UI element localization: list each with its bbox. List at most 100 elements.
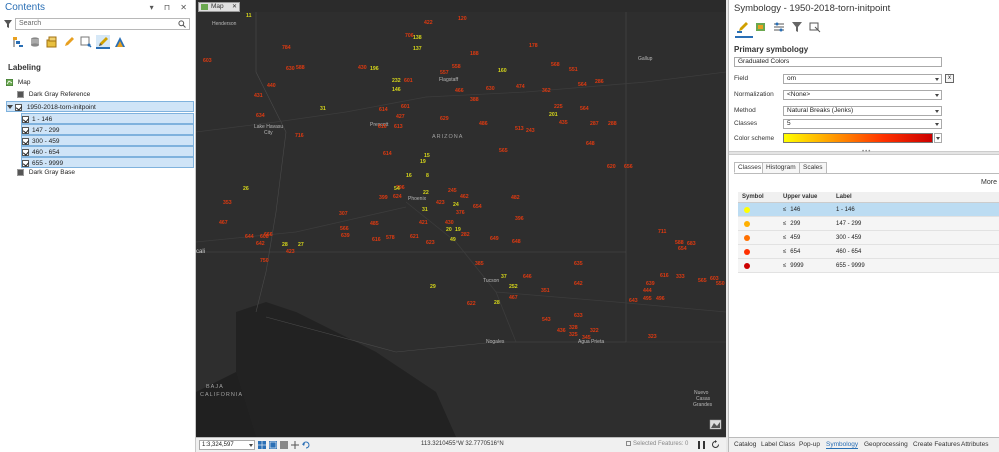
upper-value-cell[interactable]: ≤146	[783, 203, 800, 217]
labeling-tab[interactable]	[96, 35, 110, 49]
less-equal-symbol: ≤	[783, 207, 787, 213]
class-label-cell[interactable]: 1 - 146	[836, 203, 855, 217]
scale-selector[interactable]: 1:3,324,597	[199, 440, 255, 450]
close-icon[interactable]: ✕	[232, 3, 237, 11]
tree-class-3[interactable]: 300 - 459	[21, 135, 194, 146]
class-checkbox[interactable]	[22, 115, 29, 123]
symbology-type-select[interactable]: Graduated Colors	[734, 57, 942, 67]
class-symbol-swatch[interactable]	[744, 207, 750, 213]
tab-catalog[interactable]: Catalog	[734, 441, 756, 448]
tornado-label: 423	[436, 200, 445, 206]
upper-value-cell[interactable]: ≤299	[783, 217, 800, 231]
table-row[interactable]: ≤146 1 - 146	[738, 203, 999, 217]
pane-controls[interactable]: ▾ ⊓ ✕	[150, 0, 191, 16]
map-overview-icon[interactable]	[709, 419, 722, 430]
move-icon[interactable]	[291, 441, 299, 449]
class-label-cell[interactable]: 147 - 299	[836, 217, 861, 231]
primary-symbology-icon[interactable]	[737, 21, 749, 33]
upper-value-cell[interactable]: ≤459	[783, 231, 800, 245]
vary-symbology-icon[interactable]	[755, 21, 767, 33]
class-checkbox[interactable]	[22, 148, 29, 156]
symbol-layers-icon[interactable]	[773, 21, 785, 33]
tab-symbology[interactable]: Symbology	[826, 441, 859, 449]
color-scheme-ramp[interactable]	[783, 133, 933, 143]
tornado-label: 568	[551, 62, 560, 68]
pause-drawing-icon[interactable]	[698, 441, 705, 449]
tree-class-1[interactable]: 1 - 146	[21, 113, 194, 124]
editing-icon[interactable]	[63, 36, 75, 48]
class-label-cell[interactable]: 655 - 9999	[836, 259, 865, 273]
tree-item-map[interactable]: Map	[6, 77, 30, 88]
tab-create-features[interactable]: Create Features	[913, 441, 960, 448]
grid-icon[interactable]	[258, 441, 266, 449]
table-row[interactable]: ≤459 300 - 459	[738, 231, 999, 245]
snapping-icon[interactable]	[80, 36, 92, 48]
refresh-icon[interactable]	[711, 440, 720, 449]
search-input[interactable]: Search	[15, 18, 190, 30]
tornado-label: 31	[320, 106, 326, 112]
pane-splitter[interactable]: •••	[729, 149, 999, 155]
tab-geoprocessing[interactable]: Geoprocessing	[864, 441, 908, 448]
map-canvas[interactable]: Henderson Lake Havasu City Prescott ARIZ…	[196, 12, 726, 437]
more-menu[interactable]: More	[981, 179, 997, 186]
tab-histogram[interactable]: Histogram	[762, 162, 800, 173]
table-row[interactable]: ≤9999 655 - 9999	[738, 259, 999, 273]
tab-popup[interactable]: Pop-up	[799, 441, 820, 448]
tree-class-4[interactable]: 460 - 654	[21, 146, 194, 157]
map-status-bar: 1:3,324,597 113.3210455°W 32.7770516°N S…	[196, 437, 726, 452]
tornado-label: 486	[479, 121, 488, 127]
tab-attributes[interactable]: Attributes	[961, 441, 988, 448]
search-icon[interactable]	[178, 20, 186, 28]
normalization-select[interactable]: <None>	[783, 90, 942, 100]
classes-select[interactable]: 5	[783, 119, 942, 129]
grid-icon[interactable]	[269, 441, 277, 449]
filter-icon[interactable]	[4, 20, 12, 28]
class-checkbox[interactable]	[22, 126, 29, 134]
table-row[interactable]: ≤299 147 - 299	[738, 217, 999, 231]
method-label: Method	[734, 107, 756, 114]
tornado-label: 543	[542, 317, 551, 323]
primary-symbology-heading: Primary symbology	[734, 45, 809, 54]
class-label-cell[interactable]: 460 - 654	[836, 245, 861, 259]
color-scheme-dropdown[interactable]	[934, 133, 942, 143]
tree-item-layer[interactable]: 1950-2018-torn-initpoint	[6, 101, 194, 112]
labeling-pencil-icon	[99, 37, 108, 46]
drawing-order-icon[interactable]	[12, 36, 24, 48]
upper-value-cell[interactable]: ≤9999	[783, 259, 804, 273]
tornado-label: 630	[286, 66, 295, 72]
tab-scales[interactable]: Scales	[799, 162, 827, 173]
region-california: CALIFORNIA	[200, 392, 243, 398]
map-tab[interactable]: Map ✕	[198, 2, 240, 12]
tree-item-reference[interactable]: Dark Gray Reference	[17, 89, 90, 100]
class-symbol-swatch[interactable]	[744, 249, 750, 255]
tab-classes[interactable]: Classes	[734, 162, 766, 173]
symbology-paint-icon[interactable]	[114, 36, 126, 48]
method-select[interactable]: Natural Breaks (Jenks)	[783, 106, 942, 116]
class-checkbox[interactable]	[22, 137, 29, 145]
field-select[interactable]: om	[783, 74, 942, 84]
map-view[interactable]: Map ✕ Henderson Lake Havasu City Prescot…	[196, 0, 726, 452]
filter-icon[interactable]	[791, 21, 803, 33]
data-source-icon[interactable]	[29, 36, 41, 48]
class-symbol-swatch[interactable]	[744, 235, 750, 241]
layer-checkbox[interactable]	[15, 103, 22, 111]
tree-class-2[interactable]: 147 - 299	[21, 124, 194, 135]
expression-button[interactable]: x	[945, 74, 954, 83]
upper-value-cell[interactable]: ≤654	[783, 245, 800, 259]
class-symbol-swatch[interactable]	[744, 263, 750, 269]
rotate-icon[interactable]	[302, 441, 310, 449]
tornado-label: 614	[383, 151, 392, 157]
expand-chevron-icon[interactable]	[7, 105, 13, 110]
tree-item-base[interactable]: Dark Gray Base	[17, 167, 75, 178]
tornado-label: 646	[523, 274, 532, 280]
selection-icon[interactable]	[46, 36, 58, 48]
tab-label-class[interactable]: Label Class	[761, 441, 795, 448]
class-label-cell[interactable]: 300 - 459	[836, 231, 861, 245]
table-icon[interactable]	[280, 441, 288, 449]
search-row: Search	[0, 16, 195, 32]
display-settings-icon[interactable]	[809, 21, 821, 33]
class-checkbox[interactable]	[22, 159, 29, 167]
class-symbol-swatch[interactable]	[744, 221, 750, 227]
table-row[interactable]: ≤654 460 - 654	[738, 245, 999, 259]
tornado-label: 648	[512, 239, 521, 245]
